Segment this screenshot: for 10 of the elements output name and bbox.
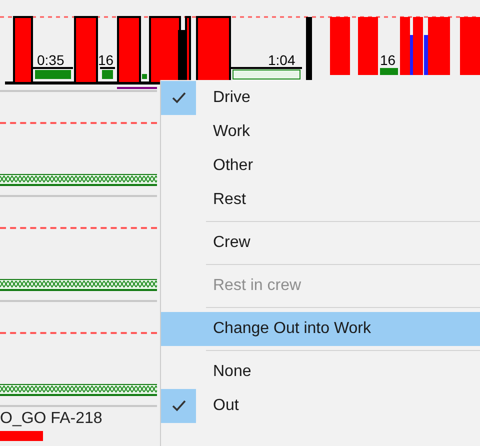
menu-item[interactable]: None [161,355,480,389]
menu-item[interactable]: Out [161,389,480,423]
menu-item[interactable]: Change Out into Work [161,312,480,346]
menu-item[interactable]: Rest [161,183,480,217]
lane-label: O_GO FA-218 [0,409,102,429]
menu-item[interactable]: Work [161,115,480,149]
menu-item[interactable]: Drive [161,81,480,115]
menu-item[interactable]: Crew [161,226,480,260]
activity-block [0,431,43,441]
menu-item[interactable]: Other [161,149,480,183]
